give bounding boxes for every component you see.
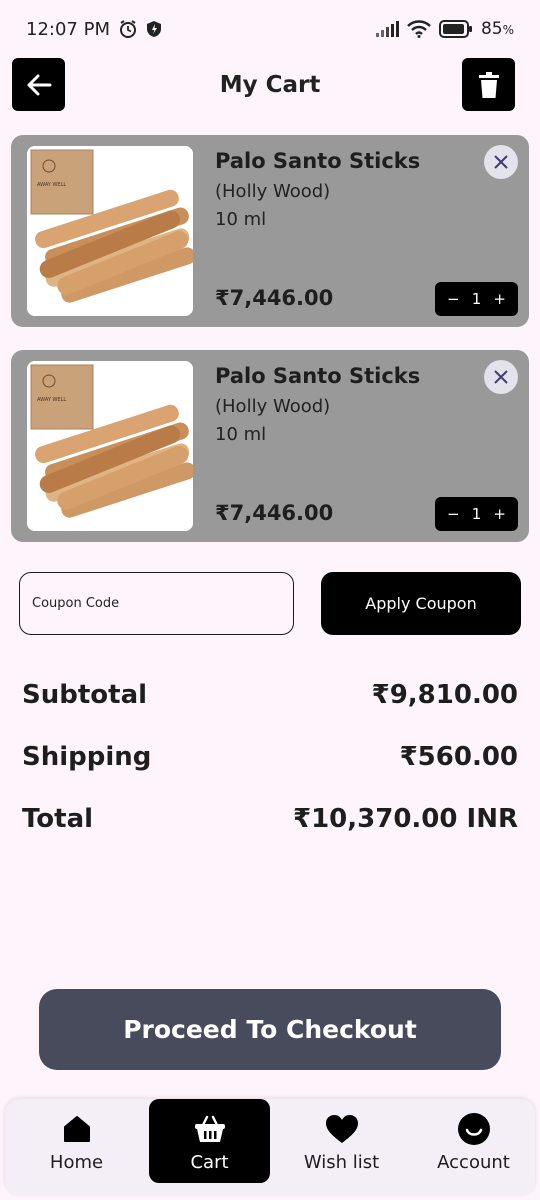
- product-size: 10 ml: [215, 209, 267, 230]
- shield-icon: [146, 20, 162, 38]
- basket-icon: [193, 1112, 227, 1146]
- nav-item-wishlist[interactable]: Wish list: [281, 1099, 402, 1183]
- subtotal-row: Subtotal ₹9,810.00: [22, 680, 518, 742]
- shipping-value: ₹560.00: [399, 742, 518, 772]
- subtotal-label: Subtotal: [22, 680, 148, 710]
- alarm-icon: [118, 19, 138, 39]
- total-row: Total ₹10,370.00 INR: [22, 804, 518, 866]
- box-brand-text: AWAY WELL: [37, 397, 66, 403]
- status-left: 12:07 PM: [26, 19, 162, 40]
- page-title: My Cart: [219, 72, 321, 98]
- bottom-nav: Home Cart Wish list Account: [5, 1099, 535, 1195]
- quantity-value: 1: [471, 505, 482, 523]
- header: My Cart: [0, 58, 540, 112]
- order-summary: Subtotal ₹9,810.00 Shipping ₹560.00 Tota…: [22, 680, 518, 866]
- product-size: 10 ml: [215, 424, 267, 445]
- nav-label: Account: [437, 1152, 510, 1173]
- product-variant: (Holly Wood): [215, 181, 331, 202]
- cart-list: AWAY WELL Palo Santo Sticks (Holly Wood)…: [11, 135, 529, 565]
- nav-label: Home: [49, 1152, 104, 1173]
- product-image[interactable]: AWAY WELL: [27, 146, 193, 316]
- box-brand-text: AWAY WELL: [37, 182, 66, 188]
- nav-label: Wish list: [303, 1152, 380, 1173]
- nav-item-home[interactable]: Home: [16, 1099, 137, 1183]
- cart-item: AWAY WELL Palo Santo Sticks (Holly Wood)…: [11, 135, 529, 327]
- product-variant: (Holly Wood): [215, 396, 331, 417]
- percent-sign: %: [502, 23, 514, 37]
- shipping-label: Shipping: [22, 742, 152, 772]
- total-value: ₹10,370.00 INR: [293, 804, 518, 834]
- proceed-to-checkout-button[interactable]: Proceed To Checkout: [39, 989, 501, 1070]
- increase-quantity-button[interactable]: +: [493, 290, 506, 308]
- quantity-stepper: − 1 +: [435, 497, 518, 531]
- status-time: 12:07 PM: [26, 18, 110, 40]
- shipping-row: Shipping ₹560.00: [22, 742, 518, 804]
- clear-cart-button[interactable]: [462, 58, 515, 111]
- product-name[interactable]: Palo Santo Sticks: [215, 364, 420, 388]
- coupon-row: Apply Coupon: [19, 572, 521, 635]
- apply-coupon-button[interactable]: Apply Coupon: [321, 572, 521, 635]
- close-icon: [494, 370, 508, 384]
- palo-santo-image: AWAY WELL: [27, 146, 193, 316]
- wifi-icon: [407, 20, 431, 38]
- nav-label: Cart: [190, 1152, 229, 1173]
- trash-icon: [478, 71, 499, 98]
- battery-level: 85%: [481, 19, 514, 39]
- battery-percent: 85: [480, 19, 503, 39]
- status-bar: 12:07 PM 85%: [0, 0, 540, 58]
- product-image[interactable]: AWAY WELL: [27, 361, 193, 531]
- remove-item-button[interactable]: [484, 145, 518, 179]
- home-icon: [62, 1112, 92, 1146]
- increase-quantity-button[interactable]: +: [493, 505, 506, 523]
- product-price: ₹7,446.00: [215, 286, 334, 310]
- battery-icon: [438, 20, 473, 38]
- decrease-quantity-button[interactable]: −: [447, 505, 460, 523]
- quantity-stepper: − 1 +: [435, 282, 518, 316]
- status-right: 85%: [375, 19, 514, 39]
- cart-item: AWAY WELL Palo Santo Sticks (Holly Wood)…: [11, 350, 529, 542]
- palo-santo-image: AWAY WELL: [27, 361, 193, 531]
- smiley-icon: [457, 1112, 491, 1146]
- nav-item-cart[interactable]: Cart: [149, 1099, 270, 1183]
- close-icon: [494, 155, 508, 169]
- product-name[interactable]: Palo Santo Sticks: [215, 149, 420, 173]
- product-price: ₹7,446.00: [215, 501, 334, 525]
- remove-item-button[interactable]: [484, 360, 518, 394]
- nav-item-account[interactable]: Account: [413, 1099, 534, 1183]
- subtotal-value: ₹9,810.00: [371, 680, 518, 710]
- signal-icon: [375, 21, 399, 37]
- total-label: Total: [22, 804, 94, 834]
- decrease-quantity-button[interactable]: −: [447, 290, 460, 308]
- heart-icon: [325, 1112, 359, 1146]
- quantity-value: 1: [471, 290, 482, 308]
- coupon-code-input[interactable]: [19, 572, 294, 635]
